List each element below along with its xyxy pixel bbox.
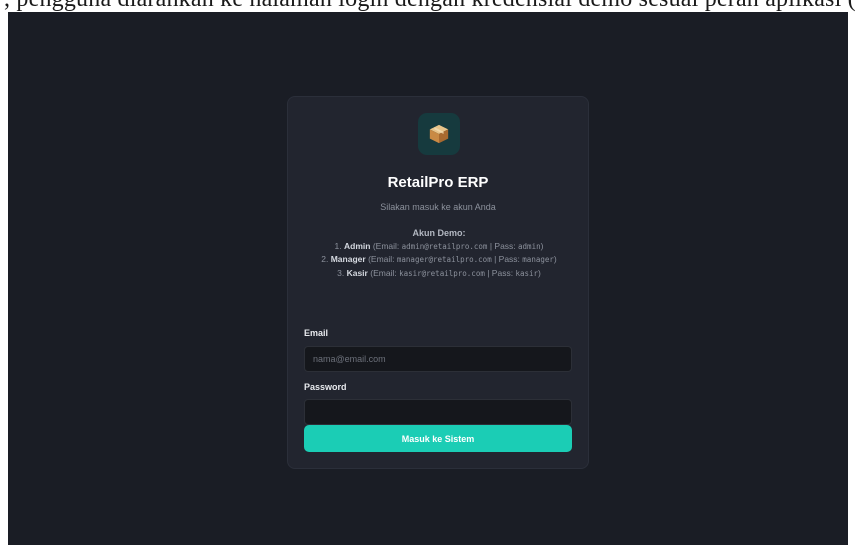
demo-pass: admin	[518, 241, 541, 251]
app-title: RetailPro ERP	[387, 174, 489, 191]
login-page: RetailPro ERP Silakan masuk ke akun Anda…	[8, 12, 848, 545]
login-subtitle: Silakan masuk ke akun Anda	[380, 202, 496, 212]
demo-account-admin: 1. Admin (Email: admin@retailpro.com | P…	[334, 240, 544, 251]
demo-accounts-info: Akun Demo: 1. Admin (Email: admin@retail…	[304, 227, 574, 280]
background-document-text: , pengguna diarahkan ke halaman login de…	[4, 0, 856, 12]
background-document-strip: , pengguna diarahkan ke halaman login de…	[0, 0, 856, 12]
demo-email: manager@retailpro.com	[396, 255, 492, 264]
app-logo	[418, 113, 460, 155]
demo-email: kasir@retailpro.com	[399, 268, 485, 278]
email-field[interactable]	[304, 346, 572, 372]
password-field[interactable]	[304, 399, 572, 425]
demo-account-manager: 2. Manager (Email: manager@retailpro.com…	[321, 254, 557, 264]
login-card: RetailPro ERP Silakan masuk ke akun Anda…	[287, 96, 589, 469]
login-submit-button[interactable]: Masuk ke Sistem	[304, 425, 572, 452]
demo-role: Manager	[330, 254, 366, 264]
demo-role: Kasir	[346, 267, 368, 278]
demo-heading: Akun Demo:	[412, 228, 466, 238]
demo-pass: kasir	[515, 268, 539, 278]
demo-pass: manager	[522, 255, 554, 264]
demo-role: Admin	[344, 240, 371, 251]
password-label: Password	[304, 382, 347, 392]
demo-account-kasir: 3. Kasir (Email: kasir@retailpro.com | P…	[337, 267, 541, 278]
demo-email: admin@retailpro.com	[401, 241, 488, 251]
email-label: Email	[304, 328, 329, 338]
package-box-icon	[429, 124, 449, 144]
